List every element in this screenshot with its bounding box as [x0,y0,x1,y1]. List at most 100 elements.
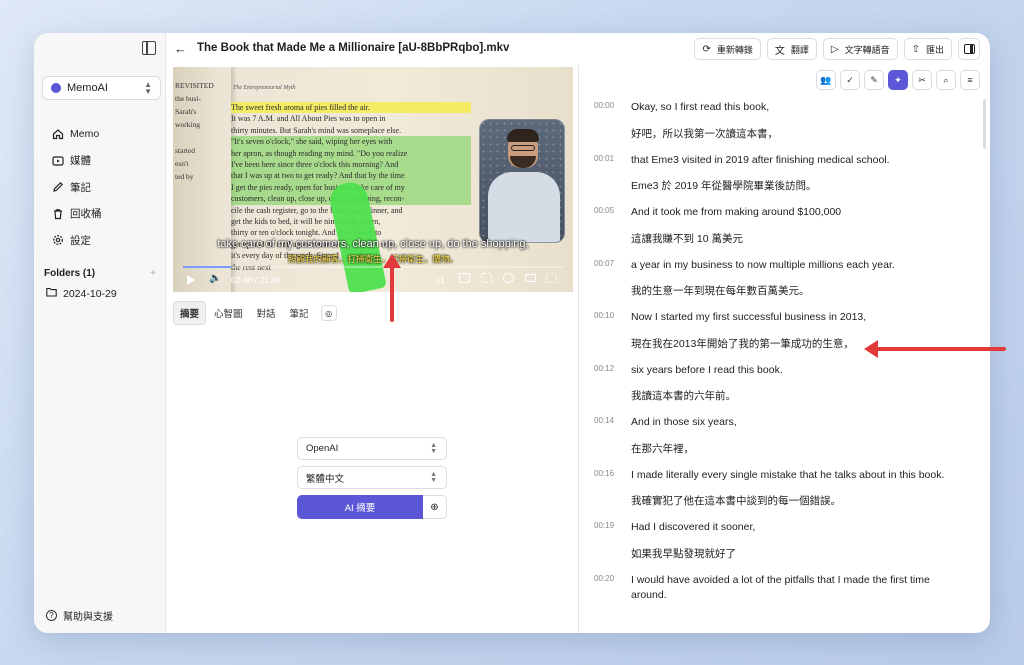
export-label: 匯出 [925,44,944,55]
sidebar: MemoAI ▲ ▼ Memo 媒體 筆記 回收桶 設定 Folders (1)… [34,33,166,633]
sidebar-item-label: 筆記 [70,181,91,194]
transcript-segment[interactable]: 00:05 And it took me from making around $… [594,205,964,247]
toolbar: ⟳ 重新轉錄 文 翻譯 ▷ 文字轉語音 ⇧ 匯出 [694,38,980,60]
book-line: I've been here since three o'clock this … [231,159,471,171]
transcript-segment[interactable]: 00:16 I made literally every single mista… [594,468,964,510]
tab-mindmap[interactable]: 心智圖 [208,302,249,324]
camera-icon[interactable] [459,273,470,283]
chevron-updown-icon: ▲ ▼ [430,441,437,455]
list-icon[interactable]: ≡ [960,70,980,90]
provider-value: OpenAI [306,443,339,454]
book-header: The Entrepreneurial Myth [233,85,296,91]
ai-summarize-button[interactable]: AI 摘要 [297,495,423,519]
transcript-segment[interactable]: 00:19 Had I discovered it sooner, 如果我早點發現就… [594,520,964,562]
help-label: 幫助與支援 [63,612,113,623]
fullscreen-icon[interactable] [546,273,557,283]
segment-text-en: six years before I read this book. [631,363,783,376]
tab-summary[interactable]: 摘要 [173,301,207,325]
speakers-icon[interactable]: 👥 [816,70,836,90]
segment-timestamp[interactable]: 00:10 [594,311,614,320]
sidebar-item-label: Memo [70,128,100,141]
retranscribe-button[interactable]: ⟳ 重新轉錄 [694,38,761,60]
segment-timestamp[interactable]: 00:05 [594,206,614,215]
segment-text-zh: 我確實犯了他在這本書中談到的每一個錯誤。 [631,495,841,507]
tab-chat[interactable]: 對話 [251,302,282,324]
play-icon[interactable] [187,275,195,285]
transcript-segment[interactable]: 00:10 Now I started my first successful b… [594,310,964,352]
sparkle-icon[interactable]: ✦ [888,70,908,90]
home-icon [52,128,64,140]
language-select[interactable]: 繁體中文 ▲ ▼ [297,466,447,489]
edit-pencil-icon[interactable]: ✎ [864,70,884,90]
refresh-icon: ⟳ [702,43,711,55]
search-icon[interactable]: ⌕ [936,70,956,90]
sidebar-item-label: 媒體 [70,155,91,168]
transcript-segment[interactable]: 00:07 a year in my business to now multip… [594,258,964,300]
volume-icon[interactable]: 🔈 [209,273,221,284]
transcript-segment[interactable]: 00:14 And in those six years, 在那六年裡， [594,415,964,457]
annotation-arrow-left [864,340,1006,358]
segment-text-en: And in those six years, [631,416,737,428]
help-support-link[interactable]: ? 幫助與支援 [46,608,113,623]
seek-bar[interactable] [183,266,563,268]
sidebar-item-memo[interactable]: Memo [52,121,102,148]
export-button[interactable]: ⇧ 匯出 [903,38,952,60]
sidebar-item-settings[interactable]: 設定 [52,227,102,254]
book-line: that I was up at two to get ready? And t… [231,170,471,182]
segment-timestamp[interactable]: 00:16 [594,469,614,478]
panel-divider[interactable] [578,65,579,633]
subtitle-chinese: 照顧我的顧客，打掃衛生，打掃衛生，購物。 [287,254,458,264]
trash-icon [52,208,64,220]
segment-timestamp[interactable]: 00:01 [594,154,614,163]
playback-speed[interactable]: x1 [436,275,445,285]
top-bar: ← The Book that Made Me a Millionaire [a… [166,33,990,65]
ai-settings-icon[interactable]: ⊕ [423,495,447,519]
upload-icon: ⇧ [911,43,920,55]
provider-select[interactable]: OpenAI ▲ ▼ [297,437,447,460]
transcript-scrollbar[interactable] [983,99,986,149]
segment-timestamp[interactable]: 00:07 [594,259,614,268]
transcript-segment[interactable]: 00:01 that Eme3 visited in 2019 after fin… [594,153,964,195]
segment-text-en: And it took me from making around $100,0… [631,206,842,218]
settings-gear-icon[interactable] [503,273,514,283]
video-controls: 🔈 02:46 / 21:49 x1 [173,269,573,292]
translate-button[interactable]: 文 翻譯 [766,38,817,60]
sidebar-nav: Memo 媒體 筆記 回收桶 設定 [52,121,102,254]
segment-text-en: that Eme3 visited in 2019 after finishin… [631,153,890,166]
sidebar-item-media[interactable]: 媒體 [52,148,102,175]
chevron-updown-icon: ▲ ▼ [144,80,152,96]
folder-item[interactable]: 2024-10-29 [46,287,117,300]
tab-notes[interactable]: 筆記 [284,302,315,324]
sidebar-item-trash[interactable]: 回收桶 [52,201,102,228]
subtitles-icon[interactable] [525,274,536,282]
app-window: MemoAI ▲ ▼ Memo 媒體 筆記 回收桶 設定 Folders (1)… [34,33,990,633]
tab-settings-icon[interactable]: ◎ [320,305,337,321]
sidebar-collapse-icon[interactable] [142,41,156,55]
transcript-segment[interactable]: 00:00 Okay, so I first read this book, 好吧，… [594,100,964,142]
segment-timestamp[interactable]: 00:00 [594,101,614,110]
panel-toggle-button[interactable] [958,38,980,60]
chevron-updown-icon: ▲ ▼ [430,470,437,484]
transcript-segment[interactable]: 00:20 I would have avoided a lot of the p… [594,573,964,603]
sidebar-item-notes[interactable]: 筆記 [52,174,102,201]
scissors-icon[interactable]: ✂ [912,70,932,90]
segment-text-en: Now I started my first successful busine… [631,311,867,323]
segment-timestamp[interactable]: 00:12 [594,364,614,373]
segment-text-zh: 這讓我賺不到 10 萬美元 [631,232,744,245]
text-to-speech-button[interactable]: ▷ 文字轉語音 [822,38,898,60]
video-player[interactable]: REVISITED the busi- Sarah's working started e… [173,67,573,292]
transcript-segment[interactable]: 00:12 six years before I read this book. 我… [594,363,964,405]
workspace-selector[interactable]: MemoAI ▲ ▼ [42,76,161,100]
add-folder-icon[interactable]: + [150,268,156,279]
book-left-word: ted by [175,172,194,181]
back-arrow-icon[interactable]: ← [174,41,187,56]
capture-icon[interactable] [481,273,492,283]
check-circle-icon[interactable]: ✓ [840,70,860,90]
page-title: The Book that Made Me a Millionaire [aU-… [197,42,510,54]
segment-timestamp[interactable]: 00:14 [594,416,614,425]
book-left-word: REVISITED [175,81,214,90]
segment-text-zh: 好吧，所以我第一次讀這本書， [631,127,778,140]
segment-timestamp[interactable]: 00:19 [594,521,614,530]
segment-timestamp[interactable]: 00:20 [594,574,614,583]
transcript-toolbar: 👥 ✓ ✎ ✦ ✂ ⌕ ≡ [816,70,980,90]
